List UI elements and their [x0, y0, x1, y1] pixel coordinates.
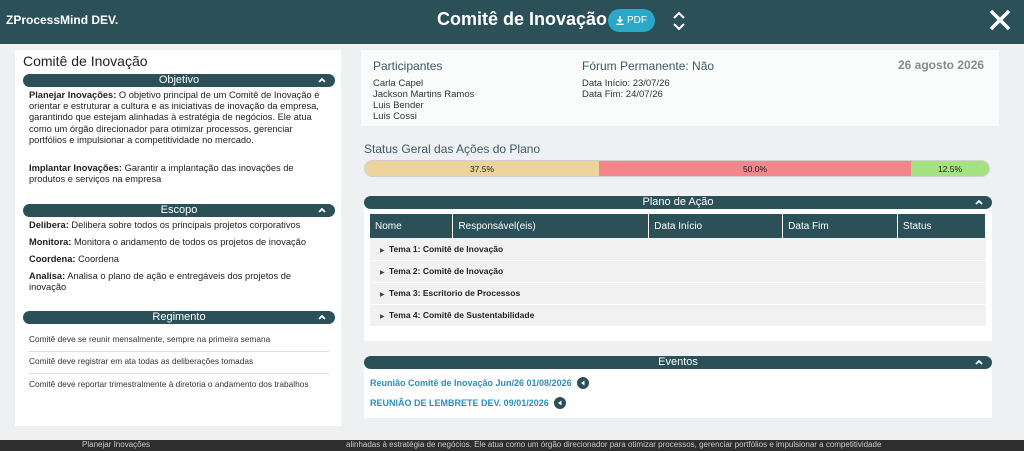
- objetivo-header-label: Objetivo: [158, 74, 200, 86]
- status-segment-label: 50.0%: [742, 163, 768, 174]
- theme-name: Tema 4: Comitê de Sustentabilidade: [389, 310, 535, 320]
- escopo-item: Coordena: Coordena: [29, 254, 329, 265]
- regimento-header-label: Regimento: [152, 311, 206, 323]
- table-row[interactable]: ▶ Tema 4: Comitê de Sustentabilidade: [370, 304, 986, 327]
- action-plan-header[interactable]: Plano de Ação: [364, 196, 992, 209]
- table-cell: ▶ Tema 2: Comitê de Inovação: [370, 260, 986, 283]
- table-row[interactable]: ▶ Tema 2: Comitê de Inovação: [370, 260, 986, 283]
- main-content: Comitê de Inovação Objetivo Planejar Ino…: [0, 44, 1024, 440]
- background-text: Planejar Inovações: [82, 440, 151, 449]
- column-header-responsavel[interactable]: Responsável(eis): [452, 214, 650, 238]
- objetivo-section-header[interactable]: Objetivo: [23, 74, 335, 87]
- committee-details-panel: Participantes Carla Capel Jackson Martin…: [361, 50, 1001, 426]
- objetivo-item-label: Implantar Inovações:: [29, 163, 122, 173]
- app-brand: ZProcessMind DEV.: [6, 13, 119, 27]
- objetivo-item-label: Planejar Inovações:: [29, 90, 117, 100]
- caret-right-icon[interactable]: ▶: [380, 291, 389, 298]
- details-summary: Participantes Carla Capel Jackson Martin…: [361, 50, 999, 126]
- pdf-button[interactable]: PDF: [608, 9, 655, 32]
- chevron-up-icon[interactable]: [317, 74, 327, 87]
- participant-name: Carla Capel: [373, 78, 424, 89]
- escopo-item-text: Coordena: [75, 254, 119, 264]
- divider: [29, 373, 329, 374]
- committee-info-panel: Comitê de Inovação Objetivo Planejar Ino…: [15, 50, 341, 426]
- open-event-icon[interactable]: [576, 377, 589, 389]
- open-event-icon[interactable]: [553, 397, 566, 409]
- objetivo-item: Implantar Inovações: Garantir a implanta…: [29, 163, 329, 185]
- committee-title: Comitê de Inovação: [23, 53, 148, 69]
- caret-right-icon[interactable]: ▶: [380, 247, 389, 254]
- escopo-item: Analisa: Analisa o plano de ação e entre…: [29, 271, 329, 293]
- background-text: alinhadas à estratégia de negócios. Ele …: [346, 440, 882, 449]
- objetivo-item: Planejar Inovações: O objetivo principal…: [29, 90, 329, 146]
- escopo-item-label: Delibera:: [29, 220, 69, 230]
- table-row[interactable]: ▶ Tema 3: Escritorio de Processos: [370, 282, 986, 305]
- status-segment: 37.5%: [365, 161, 599, 176]
- forum-status: Fórum Permanente: Não: [582, 59, 715, 73]
- participants-header: Participantes: [373, 59, 443, 73]
- regimento-item: Comitê deve registrar em ata todas as de…: [29, 356, 254, 366]
- escopo-section-header[interactable]: Escopo: [23, 204, 335, 217]
- event-link[interactable]: Reunião Comitê de Inovação Jun/26 01/08/…: [370, 377, 589, 389]
- escopo-item: Delibera: Delibera sobre todos os princi…: [29, 220, 329, 231]
- chevron-up-icon[interactable]: [974, 356, 984, 369]
- status-title: Status Geral das Ações do Plano: [364, 142, 541, 156]
- escopo-header-label: Escopo: [160, 204, 198, 216]
- escopo-item-label: Monitora:: [29, 237, 72, 247]
- escopo-item-label: Coordena:: [29, 254, 76, 264]
- chevron-up-icon[interactable]: [974, 196, 984, 209]
- events-header[interactable]: Eventos: [364, 356, 992, 369]
- action-plan-header-label: Plano de Ação: [642, 196, 714, 208]
- status-segment-label: 37.5%: [469, 163, 495, 174]
- theme-name: Tema 1: Comitê de Inovação: [389, 243, 504, 254]
- regimento-item: Comitê deve reportar trimestralmente à d…: [29, 379, 309, 389]
- escopo-item-text: Delibera sobre todos os principais proje…: [68, 220, 301, 230]
- column-header-status[interactable]: Status: [897, 214, 986, 238]
- table-cell: ▶ Tema 4: Comitê de Sustentabilidade: [370, 304, 986, 327]
- event-title[interactable]: REUNIÃO DE LEMBRETE DEV. 09/01/2026: [370, 398, 549, 408]
- current-date: 26 agosto 2026: [898, 58, 985, 72]
- start-date: Data Início: 23/07/26: [582, 78, 670, 89]
- status-segment: 12.5%: [911, 161, 989, 176]
- top-bar: ZProcessMind DEV. Comitê de Inovação PDF: [0, 0, 1024, 44]
- action-plan-panel: Plano de Ação Nome Responsável(eis) Data…: [364, 196, 992, 341]
- column-header-data-fim[interactable]: Data Fim: [782, 214, 899, 238]
- theme-name: Tema 2: Comitê de Inovação: [389, 266, 504, 276]
- pdf-label: PDF: [627, 15, 647, 26]
- status-segment-label: 12.5%: [937, 163, 963, 174]
- participant-name: Luis Bender: [373, 100, 424, 111]
- table-cell: ▶ Tema 1: Comitê de Inovação: [370, 238, 986, 261]
- chevron-up-icon[interactable]: [317, 311, 327, 324]
- event-title[interactable]: Reunião Comitê de Inovação Jun/26 01/08/…: [370, 378, 572, 388]
- escopo-item-text: Analisa o plano de ação e entregáveis do…: [29, 271, 292, 293]
- escopo-item-text: Monitora o andamento de todos os projeto…: [71, 237, 307, 247]
- regimento-section-header[interactable]: Regimento: [23, 311, 335, 324]
- column-header-nome[interactable]: Nome: [370, 214, 454, 238]
- column-header-data-inicio[interactable]: Data Início: [648, 214, 784, 238]
- theme-name: Tema 3: Escritorio de Processos: [389, 288, 521, 298]
- page-title: Comitê de Inovação: [437, 9, 608, 29]
- regimento-item: Comitê deve se reunir mensalmente, sempr…: [29, 334, 271, 344]
- status-progress-bar: 37.5% 50.0% 12.5%: [364, 160, 990, 177]
- caret-right-icon[interactable]: ▶: [380, 269, 389, 276]
- background-page-strip: Planejar Inovações alinhadas à estratégi…: [0, 440, 1024, 451]
- download-icon: [616, 16, 624, 25]
- expand-collapse-icon[interactable]: [671, 10, 687, 32]
- status-segment: 50.0%: [599, 161, 911, 176]
- table-row[interactable]: ▶ Tema 1: Comitê de Inovação: [370, 238, 986, 261]
- participant-name: Jackson Martins Ramos: [373, 89, 475, 100]
- close-icon[interactable]: [988, 8, 1012, 32]
- escopo-item: Monitora: Monitora o andamento de todos …: [29, 237, 329, 248]
- table-cell: ▶ Tema 3: Escritorio de Processos: [370, 282, 986, 305]
- divider: [29, 351, 329, 352]
- escopo-item-label: Analisa:: [29, 271, 66, 281]
- chevron-up-icon[interactable]: [317, 204, 327, 217]
- participant-name: Luis Cossi: [373, 111, 417, 122]
- event-link[interactable]: REUNIÃO DE LEMBRETE DEV. 09/01/2026: [370, 397, 566, 409]
- caret-right-icon[interactable]: ▶: [380, 313, 389, 320]
- events-header-label: Eventos: [658, 356, 698, 368]
- action-plan-table: Nome Responsável(eis) Data Início Data F…: [370, 214, 986, 327]
- events-panel: Eventos Reunião Comitê de Inovação Jun/2…: [364, 356, 992, 418]
- end-date: Data Fim: 24/07/26: [582, 89, 663, 100]
